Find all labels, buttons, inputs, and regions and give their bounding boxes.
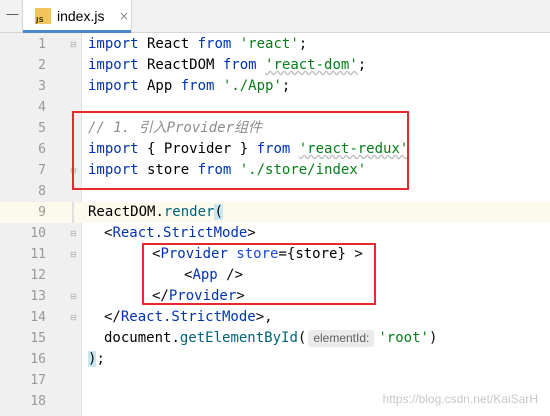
line-number: 11 xyxy=(30,247,46,262)
fold-icon[interactable]: ⊟ xyxy=(70,229,77,238)
line-number: 8 xyxy=(38,184,46,199)
code-text[interactable]: <React.StrictMode> xyxy=(104,223,256,244)
line-number: 17 xyxy=(30,373,46,388)
line-number: 12 xyxy=(30,268,46,283)
line-number: 16 xyxy=(30,352,46,367)
code-line-9[interactable]: 9 ReactDOM.render( xyxy=(0,202,550,223)
code-text[interactable]: import ReactDOM from 'react-dom'; xyxy=(88,55,366,76)
code-text[interactable]: ); xyxy=(88,349,105,370)
line-number: 2 xyxy=(38,58,46,73)
code-line-2[interactable]: 2 import ReactDOM from 'react-dom'; xyxy=(0,55,550,76)
line-number: 5 xyxy=(38,121,46,136)
line-number: 15 xyxy=(30,331,46,346)
line-number: 7 xyxy=(38,163,46,178)
fold-icon[interactable]: ⊟ xyxy=(70,250,77,259)
line-number: 18 xyxy=(30,394,46,409)
tab-index-js[interactable]: JS index.js × xyxy=(22,0,132,33)
close-icon[interactable]: × xyxy=(119,8,129,24)
code-text[interactable]: </React.StrictMode>, xyxy=(104,307,273,328)
tab-menu-icon[interactable]: — xyxy=(6,8,19,22)
code-line-15[interactable]: 15 document.getElementById(elementId:'ro… xyxy=(0,328,550,349)
code-line-16[interactable]: 16 ); xyxy=(0,349,550,370)
code-text[interactable]: import App from './App'; xyxy=(88,76,290,97)
line-number: 4 xyxy=(38,100,46,115)
fold-icon[interactable]: ⊟ xyxy=(70,313,77,322)
line-number: 1 xyxy=(38,37,46,52)
line-number: 13 xyxy=(30,289,46,304)
fold-icon[interactable]: ⊟ xyxy=(70,40,77,49)
line-number: 14 xyxy=(30,310,46,325)
code-line-14[interactable]: 14 </React.StrictMode>, xyxy=(0,307,550,328)
parameter-hint: elementId: xyxy=(308,330,375,347)
watermark: https://blog.csdn.net/KaiSarH xyxy=(382,392,538,406)
javascript-file-icon: JS xyxy=(35,8,51,24)
code-text[interactable]: document.getElementById(elementId:'root'… xyxy=(104,328,437,349)
editor-tab-bar: — JS index.js × xyxy=(0,0,550,33)
code-line-10[interactable]: 10 <React.StrictMode> xyxy=(0,223,550,244)
highlight-box-provider xyxy=(142,243,376,305)
file-icon-label: JS xyxy=(36,16,44,24)
code-line-17[interactable]: 17 xyxy=(0,370,550,391)
line-number: 6 xyxy=(38,142,46,157)
line-number: 3 xyxy=(38,79,46,94)
code-text[interactable]: ReactDOM.render( xyxy=(88,202,223,223)
fold-icon[interactable]: ⊟ xyxy=(70,292,77,301)
code-text[interactable]: import React from 'react'; xyxy=(88,34,307,55)
code-line-1[interactable]: 1 import React from 'react'; xyxy=(0,34,550,55)
highlight-box-imports xyxy=(72,111,409,190)
line-number: 10 xyxy=(30,226,46,241)
line-number: 9 xyxy=(38,205,46,220)
tab-label: index.js xyxy=(57,8,105,24)
code-line-3[interactable]: 3 import App from './App'; xyxy=(0,76,550,97)
